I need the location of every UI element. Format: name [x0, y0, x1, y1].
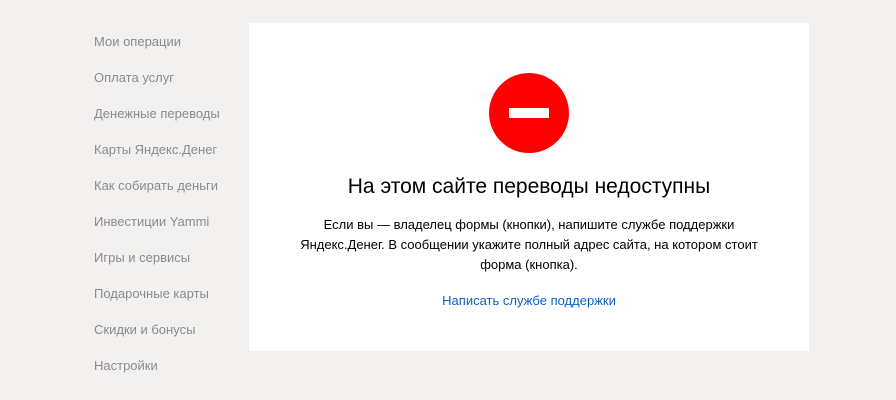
sidebar-item-yandex-money-cards[interactable]: Карты Яндекс.Денег	[94, 132, 244, 168]
error-message-line: форма (кнопка).	[480, 257, 578, 272]
error-card: На этом сайте переводы недоступны Если в…	[249, 23, 809, 351]
sidebar-item-yammi-investments[interactable]: Инвестиции Yammi	[94, 204, 244, 240]
error-title: На этом сайте переводы недоступны	[347, 175, 711, 198]
sidebar-item-collect-money[interactable]: Как собирать деньги	[94, 168, 244, 204]
error-message-line: Если вы — владелец формы (кнопки), напиш…	[323, 217, 735, 232]
sidebar-nav: Мои операции Оплата услуг Денежные перев…	[94, 24, 244, 384]
sidebar-item-discounts-bonuses[interactable]: Скидки и бонусы	[94, 312, 244, 348]
sidebar-item-gift-cards[interactable]: Подарочные карты	[94, 276, 244, 312]
sidebar-item-my-operations[interactable]: Мои операции	[94, 24, 244, 60]
sidebar-item-settings[interactable]: Настройки	[94, 348, 244, 384]
error-message-line: Яндекс.Денег. В сообщении укажите полный…	[300, 237, 758, 252]
stop-icon-bar	[509, 108, 549, 118]
sidebar-item-money-transfers[interactable]: Денежные переводы	[94, 96, 244, 132]
sidebar-item-pay-services[interactable]: Оплата услуг	[94, 60, 244, 96]
contact-support-link[interactable]: Написать службе поддержки	[249, 291, 809, 311]
stop-icon	[489, 73, 569, 153]
sidebar-item-games-services[interactable]: Игры и сервисы	[94, 240, 244, 276]
error-message: Если вы — владелец формы (кнопки), напиш…	[269, 215, 789, 275]
